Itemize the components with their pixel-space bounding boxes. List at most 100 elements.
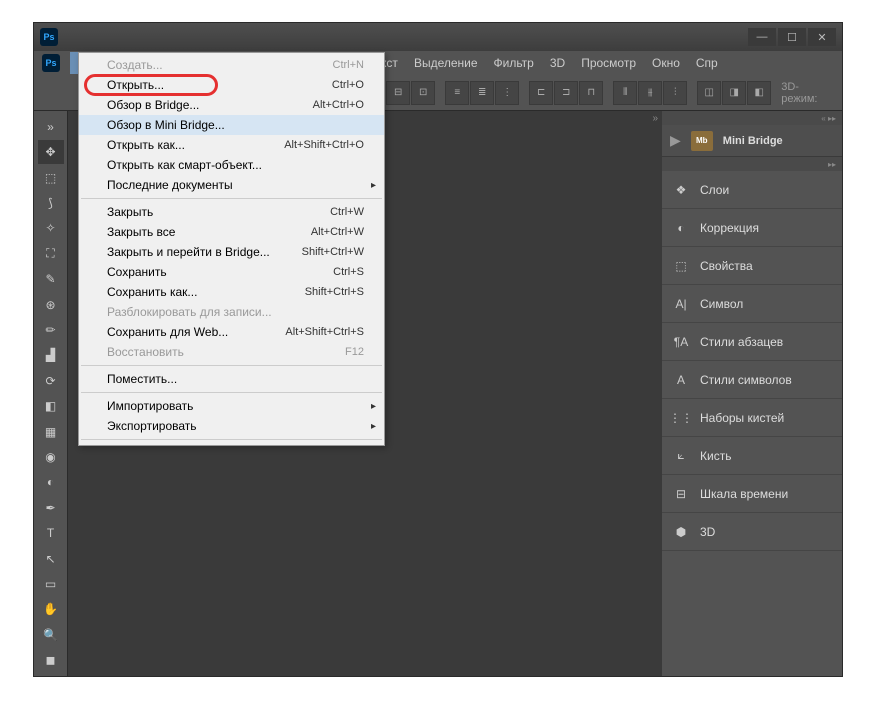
character-panel[interactable]: A|Символ <box>662 285 842 323</box>
photoshop-logo-icon: Ps <box>40 28 58 46</box>
menu-view[interactable]: Просмотр <box>573 52 644 74</box>
hand-tool[interactable]: ✋ <box>38 598 64 621</box>
menu-item[interactable]: Закрыть и перейти в Bridge...Shift+Ctrl+… <box>79 242 384 262</box>
menu-item-shortcut: Ctrl+O <box>332 79 364 91</box>
minimize-button[interactable]: — <box>748 28 776 46</box>
menu-item[interactable]: Сохранить для Web...Alt+Shift+Ctrl+S <box>79 322 384 342</box>
align-icon[interactable]: ⊟ <box>386 81 410 105</box>
3d-icon[interactable]: ◧ <box>747 81 771 105</box>
dodge-tool[interactable]: ◐ <box>38 471 64 494</box>
brush-presets-panel[interactable]: ⋮⋮Наборы кистей <box>662 399 842 437</box>
menu-item-label: Обзор в Mini Bridge... <box>107 118 364 132</box>
menu-item-label: Открыть как... <box>107 138 284 152</box>
menu-item-shortcut: Ctrl+N <box>333 59 364 71</box>
menu-item[interactable]: Экспортировать <box>79 416 384 436</box>
mini-bridge-icon: Mb <box>691 131 713 151</box>
3d-icon[interactable]: ◨ <box>722 81 746 105</box>
menu-item[interactable]: Последние документы <box>79 175 384 195</box>
menu-item-shortcut: Ctrl+S <box>333 266 364 278</box>
maximize-button[interactable]: ☐ <box>778 28 806 46</box>
eyedropper-tool[interactable]: ✎ <box>38 267 64 290</box>
distribute-icon[interactable]: ⫴ <box>613 81 637 105</box>
history-brush-tool[interactable]: ⟳ <box>38 369 64 392</box>
menu-item[interactable]: Сохранить как...Shift+Ctrl+S <box>79 282 384 302</box>
menu-help[interactable]: Спр <box>688 52 726 74</box>
layers-panel[interactable]: ❖Слои <box>662 171 842 209</box>
magic-wand-tool[interactable]: ✧ <box>38 217 64 240</box>
panel-collapse-bar[interactable]: « ▸▸ <box>662 111 842 125</box>
move-tool[interactable]: ✥ <box>38 140 64 163</box>
shape-tool[interactable]: ▭ <box>38 572 64 595</box>
clone-stamp-tool[interactable]: ▟ <box>38 344 64 367</box>
titlebar: Ps — ☐ ✕ <box>34 23 842 51</box>
menu-item[interactable]: Открыть...Ctrl+O <box>79 75 384 95</box>
menu-item-label: Разблокировать для записи... <box>107 305 364 319</box>
align-icon[interactable]: ⊏ <box>529 81 553 105</box>
gradient-tool[interactable]: ▦ <box>38 420 64 443</box>
menu-item: ВосстановитьF12 <box>79 342 384 362</box>
marquee-tool[interactable]: ⬚ <box>38 166 64 189</box>
menu-item-label: Создать... <box>107 58 333 72</box>
distribute-icon[interactable]: ⫶ <box>663 81 687 105</box>
menu-item-label: Сохранить как... <box>107 285 305 299</box>
type-tool[interactable]: T <box>38 522 64 545</box>
character-icon: A| <box>672 295 690 313</box>
close-button[interactable]: ✕ <box>808 28 836 46</box>
eraser-tool[interactable]: ◧ <box>38 394 64 417</box>
adjustments-panel[interactable]: ◐Коррекция <box>662 209 842 247</box>
lasso-tool[interactable]: ⟆ <box>38 191 64 214</box>
healing-brush-tool[interactable]: ⊛ <box>38 293 64 316</box>
character-styles-panel[interactable]: AСтили символов <box>662 361 842 399</box>
timeline-panel[interactable]: ⊟Шкала времени <box>662 475 842 513</box>
zoom-tool[interactable]: 🔍 <box>38 623 64 646</box>
3d-panel[interactable]: ⬢3D <box>662 513 842 551</box>
properties-panel[interactable]: ⬚Свойства <box>662 247 842 285</box>
align-icon[interactable]: ⊐ <box>554 81 578 105</box>
menu-item-shortcut: Alt+Shift+Ctrl+O <box>284 139 364 151</box>
distribute-icon[interactable]: ≣ <box>470 81 494 105</box>
distribute-icon[interactable]: ⫵ <box>638 81 662 105</box>
blur-tool[interactable]: ◉ <box>38 445 64 468</box>
distribute-icon[interactable]: ⋮ <box>495 81 519 105</box>
menu-item[interactable]: Открыть как...Alt+Shift+Ctrl+O <box>79 135 384 155</box>
brush-panel[interactable]: ⟀Кисть <box>662 437 842 475</box>
menu-item-shortcut: Alt+Ctrl+W <box>311 226 364 238</box>
menu-item[interactable]: Поместить... <box>79 369 384 389</box>
menu-item[interactable]: Обзор в Bridge...Alt+Ctrl+O <box>79 95 384 115</box>
menu-filter[interactable]: Фильтр <box>486 52 542 74</box>
menu-separator <box>81 439 382 440</box>
menu-item-shortcut: F12 <box>345 346 364 358</box>
chevron-right-icon[interactable]: » <box>652 113 658 124</box>
brush-tool[interactable]: ✏ <box>38 318 64 341</box>
menu-item-label: Закрыть все <box>107 225 311 239</box>
mini-bridge-panel[interactable]: ▶ Mb Mini Bridge <box>662 125 842 157</box>
menu-item[interactable]: Обзор в Mini Bridge... <box>79 115 384 135</box>
menu-item-shortcut: Alt+Shift+Ctrl+S <box>285 326 364 338</box>
menu-item[interactable]: Открыть как смарт-объект... <box>79 155 384 175</box>
menu-select[interactable]: Выделение <box>406 52 486 74</box>
paragraph-styles-panel[interactable]: ¶AСтили абзацев <box>662 323 842 361</box>
menu-window[interactable]: Окно <box>644 52 688 74</box>
menu-item-label: Обзор в Bridge... <box>107 98 313 112</box>
right-panels: « ▸▸ ▶ Mb Mini Bridge ▸▸ ❖Слои ◐Коррекци… <box>662 111 842 676</box>
pen-tool[interactable]: ✒ <box>38 496 64 519</box>
menu-item-shortcut: Ctrl+W <box>330 206 364 218</box>
align-icon[interactable]: ⊓ <box>579 81 603 105</box>
crop-tool[interactable]: ⛶ <box>38 242 64 265</box>
3d-icon[interactable]: ◫ <box>697 81 721 105</box>
ps-menu-icon[interactable]: Ps <box>42 54 60 72</box>
path-selection-tool[interactable]: ↖ <box>38 547 64 570</box>
menu-item[interactable]: Закрыть всеAlt+Ctrl+W <box>79 222 384 242</box>
foreground-background-colors[interactable]: ◼ <box>38 649 64 672</box>
timeline-icon: ⊟ <box>672 485 690 503</box>
collapse-arrows-icon[interactable]: » <box>38 115 64 138</box>
distribute-icon[interactable]: ≡ <box>445 81 469 105</box>
menu-item-label: Закрыть и перейти в Bridge... <box>107 245 302 259</box>
menu-item[interactable]: СохранитьCtrl+S <box>79 262 384 282</box>
cube-icon: ⬢ <box>672 523 690 541</box>
menu-3d[interactable]: 3D <box>542 52 573 74</box>
panel-collapse-bar[interactable]: ▸▸ <box>662 157 842 171</box>
menu-item[interactable]: ЗакрытьCtrl+W <box>79 202 384 222</box>
menu-item[interactable]: Импортировать <box>79 396 384 416</box>
align-icon[interactable]: ⊡ <box>411 81 435 105</box>
